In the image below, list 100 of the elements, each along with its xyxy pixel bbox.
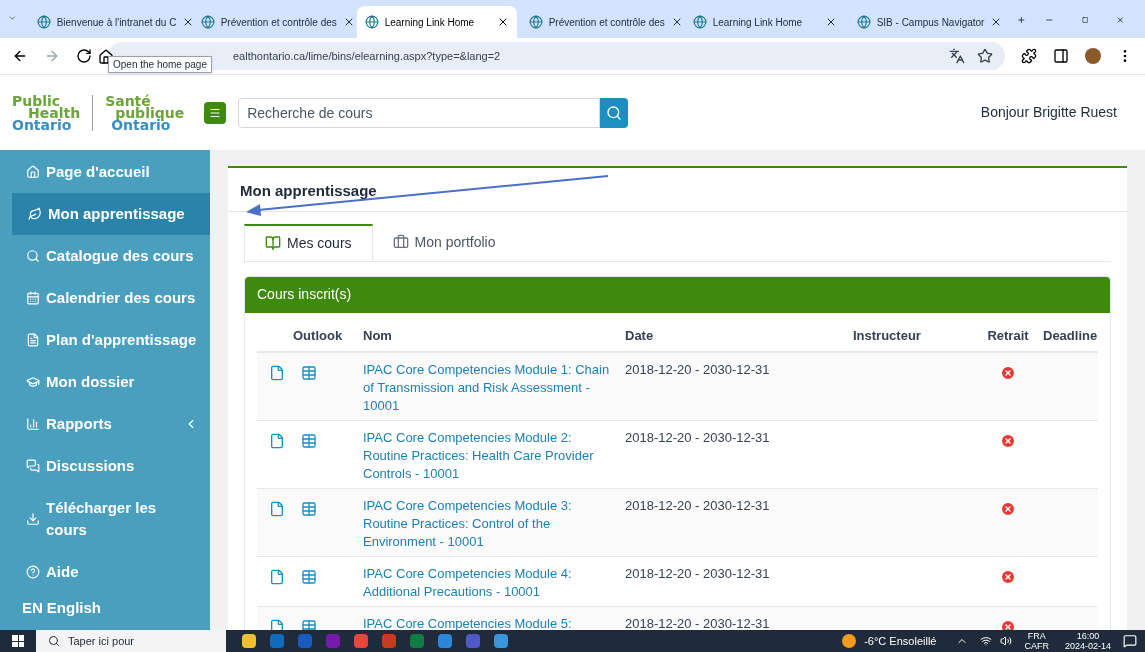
help-icon [26,565,40,579]
calendar-icon [26,291,40,305]
menu-button[interactable] [204,101,227,124]
tab-title: Learning Link Home [384,15,476,30]
logo-text: Ontario [110,118,171,131]
graduation-cap-icon [26,375,40,389]
browser-tab[interactable]: SIB - Campus Navigator [848,6,1009,38]
sidebar-item[interactable]: Rapports [0,403,210,445]
briefcase-icon [392,234,409,250]
side-panel-icon[interactable] [1053,48,1069,64]
url-text: ealthontario.ca/lime/bins/elearning.aspx?type=&lang=2 [233,48,501,64]
course-link[interactable]: IPAC Core Competencies Module 2: Routine Practices: Health Care Provider Controls - 10001 [363,428,625,483]
home-icon[interactable] [98,49,114,65]
browser-tab[interactable]: Prévention et contrôle des [520,6,681,38]
logo-text: publique [115,106,185,119]
document-icon[interactable] [269,618,285,630]
document-icon[interactable] [269,568,285,585]
extensions-icon[interactable] [1021,48,1037,64]
document-icon[interactable] [269,500,285,517]
sidebar-item[interactable]: Catalogue des cours [0,235,210,277]
chat-icon [26,459,40,473]
back-icon[interactable] [12,48,28,64]
tab-title: Prévention et contrôle des [548,15,665,30]
withdraw-icon[interactable] [1000,500,1016,517]
profile-avatar[interactable] [1085,48,1101,64]
bar-chart-icon [26,417,40,431]
withdraw-icon[interactable] [1000,364,1016,381]
content-tab[interactable]: Mon portfolio [372,223,516,261]
search-icon [48,635,60,647]
site-icon [200,15,215,29]
translate-icon[interactable] [949,48,965,64]
course-link[interactable]: IPAC Core Competencies Module 3: Routine Practices: Control of the Environment - 10001 [363,496,625,551]
sidebar-item[interactable]: Aide [0,551,210,593]
search-icon [606,104,623,121]
browser-tab[interactable]: Prévention et contrôle des [192,6,353,38]
sidebar-item[interactable]: Télécharger les cours [0,487,210,551]
date-cell-text: 2018-12-20 - 2030-12-31 [625,428,771,447]
search-field[interactable]: Recherche de cours [238,97,601,128]
clock-date: 2024-02-14 [1064,641,1111,651]
language-link[interactable]: English [46,597,101,620]
logo-text: Public [12,94,61,107]
course-link[interactable]: IPAC Core Competencies Module 5: [363,614,625,630]
column-header: Deadline [1043,326,1098,345]
restore-icon[interactable] [1081,14,1089,26]
content-tab[interactable]: Mes cours [244,223,373,261]
search-icon [26,249,40,263]
browser-tab[interactable]: Learning Link Home [684,6,845,38]
withdraw-icon[interactable] [1000,432,1016,449]
site-icon [528,15,543,29]
panel-heading: Cours inscrit(s) [245,276,1110,313]
logo[interactable]: Public Health Ontario Santé publique Ontario [12,94,185,131]
book-icon [265,235,281,251]
browser-tab[interactable]: Learning Link Home [356,6,517,38]
reload-icon[interactable] [76,48,92,64]
house-icon [26,165,40,179]
volume-icon[interactable] [1000,635,1013,647]
bookmark-icon[interactable] [977,48,993,64]
language-code: EN [22,598,43,618]
app-icon[interactable] [354,634,368,648]
document-icon[interactable] [269,364,285,381]
date-cell-text: 2018-12-20 - 2030-12-31 [625,564,771,583]
sidebar-item[interactable]: Mon dossier [0,361,210,403]
page-title: Mon apprentissage [228,168,1127,212]
withdraw-icon[interactable] [1000,568,1016,585]
leaf-icon [28,207,42,221]
notification-icon[interactable] [1123,634,1137,648]
sidebar-item[interactable]: Mon apprentissage [12,193,210,235]
taskbar-search-field[interactable]: Taper ici pour [36,630,226,652]
language-text: FRA [1027,631,1046,641]
logo-text: Ontario [12,118,72,131]
sidebar-item[interactable]: Page d'accueil [0,151,210,193]
tab-title: Bienvenue à l'intranet du C [56,15,177,30]
sidebar-item[interactable]: Discussions [0,445,210,487]
date-cell-text: 2018-12-20 - 2030-12-31 [625,614,771,630]
site-icon [856,15,871,29]
greeting: Bonjour Brigitte Ruest [980,103,1117,122]
course-link[interactable]: IPAC Core Competencies Module 1: Chain of Transmission and Risk Assessment - 10001 [363,360,625,415]
app-icon[interactable] [438,634,452,648]
course-link[interactable]: IPAC Core Competencies Module 4: Additional Precautions - 10001 [363,564,625,601]
clock-time: 16:00 [1076,631,1100,641]
logo-text: Santé [105,94,151,107]
column-header: Retrait [986,326,1030,345]
document-icon[interactable] [269,432,285,449]
search-button[interactable] [600,97,629,128]
wifi-icon[interactable] [980,635,993,647]
app-icon[interactable] [494,634,508,648]
column-header: Instructeur [853,326,922,345]
sidebar-item[interactable]: Plan d'apprentissage [0,319,210,361]
app-icon[interactable] [242,634,256,648]
column-header: Date [625,326,655,345]
menu-icon [209,106,222,119]
forward-icon[interactable] [44,48,60,64]
tab-title: Prévention et contrôle des [220,15,337,30]
sidebar-item[interactable]: Calendrier des cours [0,277,210,319]
windows-start-icon[interactable] [12,635,24,647]
browser-tab[interactable]: Bienvenue à l'intranet du C [28,6,189,38]
document-icon [26,333,40,347]
site-icon [692,15,707,29]
site-icon [364,15,379,29]
date-cell-text: 2018-12-20 - 2030-12-31 [625,360,771,379]
